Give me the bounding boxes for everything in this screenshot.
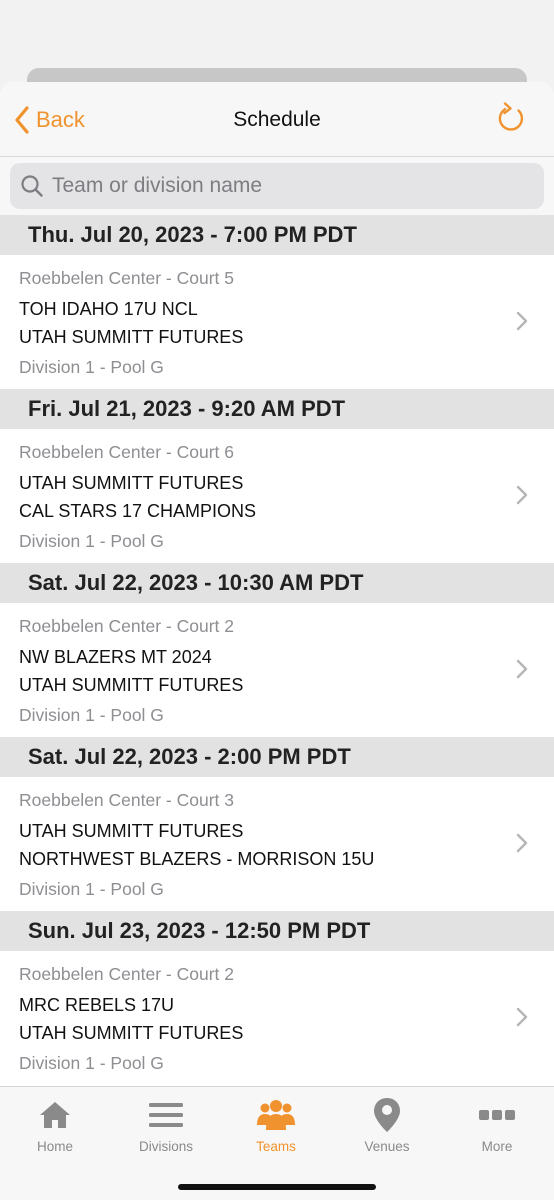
refresh-icon <box>498 102 524 131</box>
home-icon <box>5 1097 105 1133</box>
refresh-button[interactable] <box>496 101 526 135</box>
tab-label: More <box>481 1139 513 1154</box>
team-home: UTAH SUMMITT FUTURES <box>19 821 244 841</box>
map-pin-icon <box>337 1097 437 1133</box>
team-away: UTAH SUMMITT FUTURES <box>19 327 244 347</box>
search-icon <box>21 175 43 197</box>
team-away: NORTHWEST BLAZERS - MORRISON 15U <box>19 849 375 869</box>
chevron-right-icon <box>516 311 528 331</box>
tab-label: Teams <box>256 1139 296 1154</box>
date-header: Sat. Jul 22, 2023 - 10:30 AM PDT <box>0 563 554 603</box>
list-icon <box>116 1097 216 1133</box>
chevron-right-icon <box>516 659 528 679</box>
status-bar <box>0 0 554 70</box>
date-header: Sun. Jul 23, 2023 - 12:50 PM PDT <box>0 911 554 951</box>
tab-label: Divisions <box>138 1139 193 1154</box>
search-bar <box>0 157 554 215</box>
tab-more[interactable]: More <box>447 1097 547 1154</box>
chevron-right-icon <box>516 1007 528 1027</box>
tab-divisions[interactable]: Divisions <box>116 1097 216 1154</box>
division-label: Division 1 - Pool G <box>19 705 164 725</box>
date-header: Thu. Jul 20, 2023 - 7:00 PM PDT <box>0 215 554 255</box>
team-home: NW BLAZERS MT 2024 <box>19 647 212 667</box>
division-label: Division 1 - Pool G <box>19 1053 164 1073</box>
team-home: UTAH SUMMITT FUTURES <box>19 473 244 493</box>
date-header: Fri. Jul 21, 2023 - 9:20 AM PDT <box>0 389 554 429</box>
schedule-sheet: Back Schedule Thu. Jul 20, 2023 - 7:00 P… <box>0 82 554 1200</box>
schedule-list: Thu. Jul 20, 2023 - 7:00 PM PDT Roebbelen… <box>0 215 554 1085</box>
tab-teams[interactable]: Teams <box>226 1097 326 1154</box>
team-home: MRC REBELS 17U <box>19 995 175 1015</box>
match-row[interactable]: Roebbelen Center - Court 3 UTAH SUMMITT F… <box>0 777 554 911</box>
search-field[interactable] <box>10 163 544 209</box>
search-input[interactable] <box>52 174 512 198</box>
team-home: TOH IDAHO 17U NCL <box>19 299 198 319</box>
home-indicator <box>178 1184 376 1190</box>
match-row[interactable]: Roebbelen Center - Court 6 UTAH SUMMITT F… <box>0 429 554 563</box>
tab-label: Venues <box>364 1139 410 1154</box>
venue-label: Roebbelen Center - Court 2 <box>19 964 234 984</box>
chevron-right-icon <box>516 485 528 505</box>
match-row[interactable]: Roebbelen Center - Court 2 MRC REBELS 17U… <box>0 951 554 1085</box>
division-label: Division 1 - Pool G <box>19 531 164 551</box>
tab-label: Home <box>36 1139 73 1154</box>
division-label: Division 1 - Pool G <box>19 357 164 377</box>
venue-label: Roebbelen Center - Court 5 <box>19 268 234 288</box>
match-row[interactable]: Roebbelen Center - Court 2 NW BLAZERS MT … <box>0 603 554 737</box>
match-row[interactable]: Roebbelen Center - Court 5 TOH IDAHO 17U … <box>0 255 554 389</box>
people-icon <box>226 1097 326 1133</box>
venue-label: Roebbelen Center - Court 6 <box>19 442 234 462</box>
tab-bar: Home Divisions Teams Venues More <box>0 1086 554 1200</box>
date-header: Sat. Jul 22, 2023 - 2:00 PM PDT <box>0 737 554 777</box>
venue-label: Roebbelen Center - Court 2 <box>19 616 234 636</box>
team-away: CAL STARS 17 CHAMPIONS <box>19 501 257 521</box>
navigation-bar: Back Schedule <box>0 82 554 157</box>
division-label: Division 1 - Pool G <box>19 879 164 899</box>
page-title: Schedule <box>233 108 321 131</box>
chevron-right-icon <box>516 833 528 853</box>
venue-label: Roebbelen Center - Court 3 <box>19 790 234 810</box>
team-away: UTAH SUMMITT FUTURES <box>19 1023 244 1043</box>
team-away: UTAH SUMMITT FUTURES <box>19 675 244 695</box>
tab-venues[interactable]: Venues <box>337 1097 437 1154</box>
tab-home[interactable]: Home <box>5 1097 105 1154</box>
more-icon <box>447 1097 547 1133</box>
